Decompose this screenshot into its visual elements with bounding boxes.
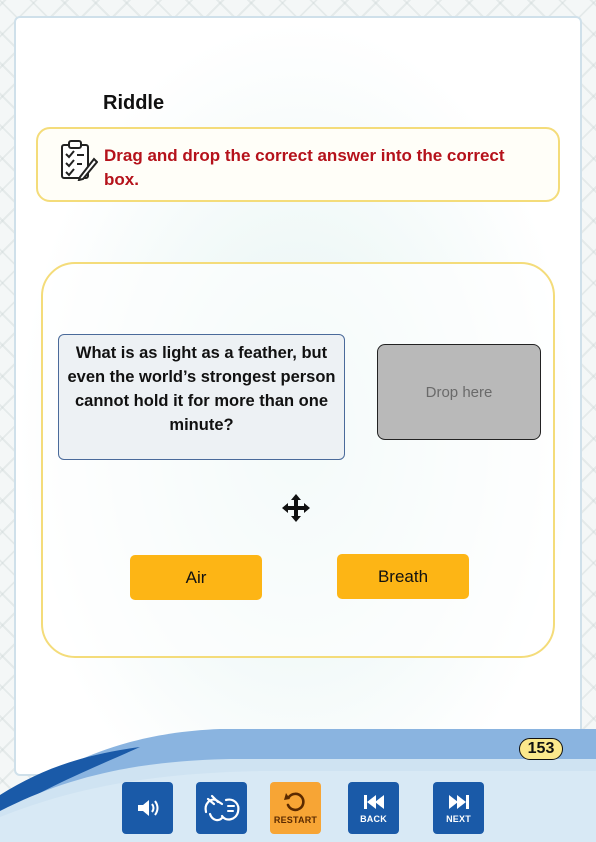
question-card: What is as light as a feather, but even … bbox=[58, 334, 345, 460]
audio-button[interactable] bbox=[122, 782, 173, 834]
drop-zone[interactable]: Drop here bbox=[377, 344, 541, 440]
question-text: What is as light as a feather, but even … bbox=[67, 344, 336, 434]
instruction-text: Drag and drop the correct answer into th… bbox=[104, 146, 505, 189]
sign-language-icon bbox=[204, 794, 239, 822]
speaker-icon bbox=[137, 800, 158, 816]
rewind-icon bbox=[363, 795, 384, 809]
restart-icon bbox=[283, 792, 305, 812]
checklist-icon bbox=[61, 140, 98, 181]
sign-language-button[interactable] bbox=[196, 782, 247, 834]
drop-placeholder: Drop here bbox=[425, 383, 493, 401]
back-label: BACK bbox=[360, 814, 387, 824]
back-button[interactable]: BACK bbox=[348, 782, 399, 834]
activity-area bbox=[41, 262, 555, 658]
restart-label: RESTART bbox=[273, 815, 318, 825]
page-number: 153 bbox=[519, 738, 563, 760]
next-button[interactable]: NEXT bbox=[433, 782, 484, 834]
answer-option-breath[interactable]: Breath bbox=[337, 554, 469, 599]
instruction-panel: Drag and drop the correct answer into th… bbox=[36, 127, 560, 202]
restart-button[interactable]: RESTART bbox=[270, 782, 321, 834]
fast-forward-icon bbox=[448, 795, 469, 809]
activity-title: Riddle bbox=[103, 92, 165, 114]
move-icon bbox=[282, 494, 310, 522]
answer-option-air[interactable]: Air bbox=[130, 555, 262, 600]
next-label: NEXT bbox=[446, 814, 471, 824]
